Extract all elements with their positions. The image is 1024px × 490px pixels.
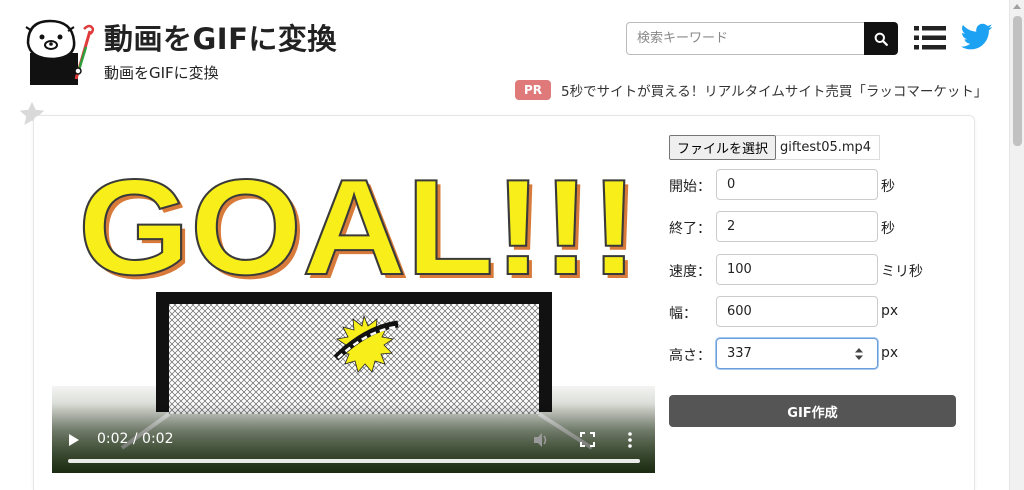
file-name: giftest05.mp4 — [776, 135, 881, 160]
start-input[interactable] — [716, 169, 878, 200]
end-unit: 秒 — [881, 221, 895, 237]
volume-icon[interactable] — [532, 431, 550, 449]
number-spinner-icon[interactable] — [853, 346, 865, 362]
width-unit: px — [881, 303, 899, 319]
height-label: 高さ： — [669, 348, 711, 364]
start-unit: 秒 — [881, 179, 895, 195]
pr-badge: PR — [515, 80, 552, 100]
speed-unit: ミリ秒 — [881, 264, 923, 280]
video-time: 0:02 / 0:02 — [97, 431, 174, 447]
search-button[interactable] — [864, 22, 898, 55]
search-input[interactable] — [626, 22, 864, 55]
height-unit: px — [881, 345, 899, 361]
site-title[interactable]: 動画をGIFに変換 — [104, 16, 337, 58]
start-label: 開始： — [669, 179, 711, 195]
video-player[interactable]: GOAL!!! GOAL!!! 0:02 / 0:02 — [52, 128, 655, 473]
play-icon[interactable] — [68, 433, 80, 447]
file-picker: ファイルを選択 giftest05.mp4 — [669, 135, 881, 160]
width-input[interactable] — [716, 296, 878, 327]
speed-label: 速度： — [669, 264, 711, 280]
scroll-up-arrow-icon[interactable] — [1013, 4, 1021, 9]
width-label: 幅： — [669, 306, 697, 322]
video-progress-bar[interactable] — [68, 459, 640, 463]
scroll-thumb[interactable] — [1013, 16, 1022, 146]
fullscreen-icon[interactable] — [580, 432, 595, 447]
search-icon — [874, 32, 888, 46]
twitter-icon[interactable] — [961, 22, 993, 52]
more-options-icon[interactable] — [626, 431, 634, 449]
site-subtitle: 動画をGIFに変換 — [104, 64, 219, 82]
speed-input[interactable] — [716, 254, 878, 285]
end-label: 終了： — [669, 221, 711, 237]
list-menu-icon[interactable] — [914, 24, 946, 52]
mascot-logo[interactable] — [20, 13, 94, 85]
goal-text: GOAL!!! — [78, 151, 638, 303]
pr-banner[interactable]: PR 5秒でサイトが買える！リアルタイムサイト売買「ラッコマーケット」 — [515, 79, 987, 101]
choose-file-button[interactable]: ファイルを選択 — [669, 135, 777, 160]
pr-link[interactable]: 5秒でサイトが買える！リアルタイムサイト売買「ラッコマーケット」 — [561, 80, 987, 100]
video-controls: 0:02 / 0:02 — [52, 403, 655, 473]
end-input[interactable] — [716, 211, 878, 242]
page: 動画をGIFに変換 動画をGIFに変換 PR 5秒でサイトが買える！リアルタイム… — [0, 0, 1024, 490]
page-scrollbar[interactable] — [1009, 0, 1024, 490]
create-gif-button[interactable]: GIF作成 — [669, 395, 956, 427]
